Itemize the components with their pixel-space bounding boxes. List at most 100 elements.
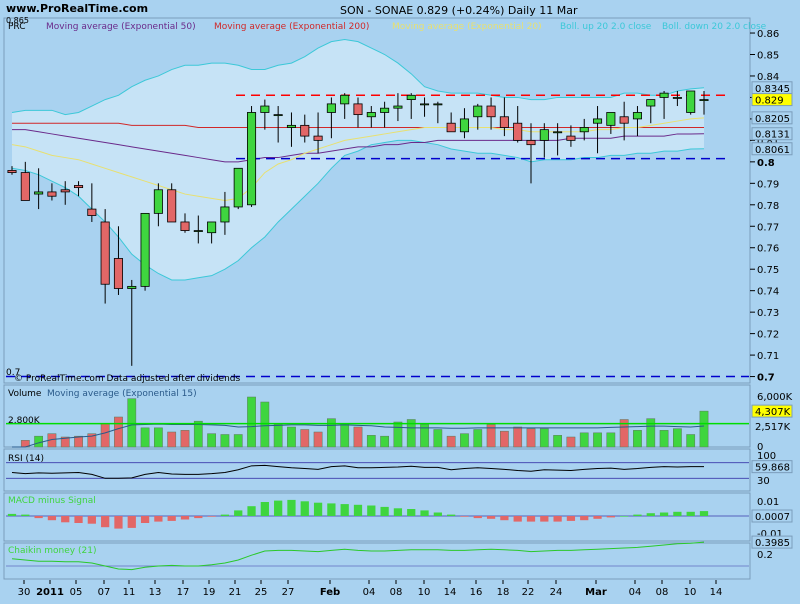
macd-bar (313, 502, 323, 516)
x-tick-label: 04 (629, 587, 642, 598)
macd-bar (673, 511, 682, 516)
volume-bar (180, 430, 190, 448)
volume-bar (34, 435, 43, 448)
macd-bar (47, 516, 57, 521)
x-tick-label: 21 (229, 587, 242, 598)
volume-bar (167, 431, 177, 448)
macd-bar (420, 510, 429, 516)
candle-body (220, 206, 230, 223)
candle-body (646, 99, 656, 107)
macd-bar (167, 516, 176, 521)
macd-bar (380, 506, 389, 516)
volume-level-label: 2.800K (8, 416, 41, 426)
candle-body (380, 107, 390, 113)
volume-bar (127, 398, 137, 448)
candle-body (140, 212, 150, 287)
x-tick-label: 04 (363, 587, 376, 598)
macd-bar (274, 500, 283, 516)
x-tick-label: 24 (550, 587, 563, 598)
candle-body (539, 129, 549, 141)
legend-boll-down: Boll. down 20 2.0 close (662, 22, 767, 32)
macd-bar (393, 508, 403, 516)
volume-bar (446, 435, 456, 448)
chaikin-panel (3, 542, 751, 580)
candle-body (247, 112, 257, 206)
candle-body (672, 97, 682, 99)
macd-bar (34, 516, 43, 519)
candle-body (446, 122, 456, 133)
price-tick-label: 0.8 (757, 158, 775, 169)
price-tick-label: 0.71 (757, 351, 779, 362)
candle-body (153, 189, 163, 214)
candle-body (433, 103, 443, 106)
candle-body (593, 118, 603, 124)
candle-body (180, 221, 190, 231)
candle-body (553, 131, 563, 134)
macd-bar (659, 512, 669, 516)
candle-body (686, 90, 696, 113)
x-tick-label: 10 (684, 587, 697, 598)
price-tag-ema20: 0.8205 (755, 114, 790, 125)
volume-bar (553, 435, 562, 448)
macd-bar (114, 516, 123, 529)
macd-bar (127, 516, 136, 528)
volume-bar (686, 434, 696, 448)
candle-body (513, 122, 523, 141)
x-tick-label: 14 (444, 587, 457, 598)
price-tick-label: 0.75 (757, 265, 779, 276)
macd-bar (500, 516, 509, 521)
price-tick-label: 0.72 (757, 330, 779, 341)
x-tick-label: 25 (255, 587, 268, 598)
candle-body (526, 139, 536, 146)
legend-rsi: RSI (14) (8, 454, 44, 464)
volume-bar (100, 423, 110, 448)
x-tick-label: 11 (123, 587, 136, 598)
volume-bar (659, 430, 669, 448)
macd-bar (194, 516, 203, 519)
volume-bar (207, 433, 216, 448)
x-tick-label: Feb (320, 587, 340, 598)
macd-bar (540, 516, 549, 522)
candle-body (286, 124, 296, 128)
x-tick-label: 16 (470, 587, 483, 598)
volume-bar (500, 430, 509, 448)
volume-tag: 4,307K (755, 407, 791, 418)
candle-body (393, 105, 403, 109)
macd-bar (513, 516, 522, 522)
candle-body (406, 94, 416, 100)
macd-bar (140, 516, 150, 523)
rsi-panel (3, 448, 751, 492)
macd-bar (353, 504, 363, 516)
macd-bar (260, 502, 269, 516)
candle-body (193, 230, 203, 232)
macd-bar (21, 514, 30, 516)
volume-bar (526, 428, 536, 448)
macd-bar (180, 516, 190, 520)
volume-bar (154, 427, 163, 448)
x-tick-label: 27 (282, 587, 295, 598)
candle-body (233, 167, 243, 208)
price-tick-label: 0.79 (757, 179, 779, 190)
volume-bar (300, 429, 310, 448)
price-tick-label: 0.76 (757, 244, 779, 255)
x-tick-label: 2011 (36, 587, 64, 598)
macd-bar (287, 499, 296, 516)
macd-bar (300, 501, 309, 516)
chart-canvas[interactable]: www.ProRealTime.com SON - SONAE 0.829 (+… (0, 0, 800, 600)
volume-bar (353, 426, 363, 448)
x-tick-label: 30 (18, 587, 31, 598)
candle-body (313, 135, 323, 141)
price-tick-label: 0.73 (757, 308, 779, 319)
price-tick-label: 0.77 (757, 222, 779, 233)
x-tick-label: 17 (177, 587, 190, 598)
candle-body (566, 135, 576, 141)
macd-bar (407, 509, 416, 516)
candle-body (47, 191, 57, 197)
macd-bar (154, 516, 163, 522)
legend-volume: Volume (8, 389, 42, 399)
macd-bar (460, 516, 469, 517)
x-tick-label: 05 (70, 587, 83, 598)
price-tag-close: 0.829 (755, 96, 784, 107)
macd-bar (580, 516, 589, 521)
macd-bar (101, 516, 110, 528)
